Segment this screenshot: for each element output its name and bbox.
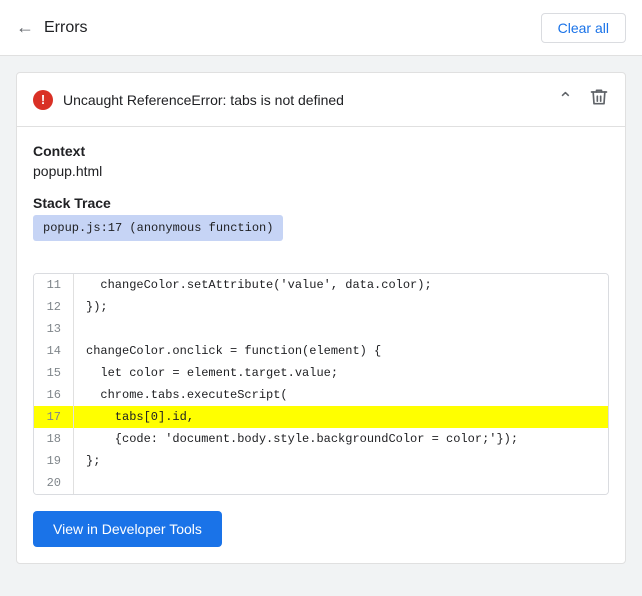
line-content: {code: 'document.body.style.backgroundCo… xyxy=(74,428,608,450)
stack-trace-pill: popup.js:17 (anonymous function) xyxy=(33,215,283,241)
error-card: ! Uncaught ReferenceError: tabs is not d… xyxy=(16,72,626,564)
error-body: Context popup.html Stack Trace popup.js:… xyxy=(17,127,625,495)
error-message: Uncaught ReferenceError: tabs is not def… xyxy=(63,92,344,108)
line-content: tabs[0].id, xyxy=(74,406,608,428)
dev-tools-button[interactable]: View in Developer Tools xyxy=(33,511,222,547)
clear-all-button[interactable]: Clear all xyxy=(541,13,626,43)
code-line: 19}; xyxy=(34,450,608,472)
code-line: 15 let color = element.target.value; xyxy=(34,362,608,384)
header-left: ← Errors xyxy=(16,17,88,38)
line-content: }; xyxy=(74,450,608,472)
header: ← Errors Clear all xyxy=(0,0,642,56)
line-number: 14 xyxy=(34,340,74,362)
stack-trace-label: Stack Trace xyxy=(33,195,609,211)
line-number: 12 xyxy=(34,296,74,318)
code-block: 11 changeColor.setAttribute('value', dat… xyxy=(33,273,609,495)
context-label: Context xyxy=(33,143,609,159)
line-number: 20 xyxy=(34,472,74,494)
context-value: popup.html xyxy=(33,163,609,179)
line-content: changeColor.setAttribute('value', data.c… xyxy=(74,274,608,296)
code-line: 17 tabs[0].id, xyxy=(34,406,608,428)
line-number: 13 xyxy=(34,318,74,340)
code-line: 20 xyxy=(34,472,608,494)
code-line: 18 {code: 'document.body.style.backgroun… xyxy=(34,428,608,450)
code-line: 16 chrome.tabs.executeScript( xyxy=(34,384,608,406)
code-line: 11 changeColor.setAttribute('value', dat… xyxy=(34,274,608,296)
line-content: changeColor.onclick = function(element) … xyxy=(74,340,608,362)
back-button[interactable]: ← xyxy=(16,17,34,38)
line-number: 17 xyxy=(34,406,74,428)
error-header-actions: ⌃ xyxy=(558,87,609,112)
line-number: 11 xyxy=(34,274,74,296)
line-content: chrome.tabs.executeScript( xyxy=(74,384,608,406)
delete-icon[interactable] xyxy=(589,87,609,112)
line-content: }); xyxy=(74,296,608,318)
error-header-left: ! Uncaught ReferenceError: tabs is not d… xyxy=(33,90,344,110)
code-line: 14changeColor.onclick = function(element… xyxy=(34,340,608,362)
error-header-row: ! Uncaught ReferenceError: tabs is not d… xyxy=(17,73,625,127)
line-number: 15 xyxy=(34,362,74,384)
line-number: 16 xyxy=(34,384,74,406)
chevron-up-icon[interactable]: ⌃ xyxy=(558,89,573,110)
main-content: ! Uncaught ReferenceError: tabs is not d… xyxy=(0,56,642,596)
line-content: let color = element.target.value; xyxy=(74,362,608,384)
code-scroll[interactable]: 11 changeColor.setAttribute('value', dat… xyxy=(34,274,608,494)
page-title: Errors xyxy=(44,19,88,37)
code-line: 13 xyxy=(34,318,608,340)
line-number: 18 xyxy=(34,428,74,450)
error-icon: ! xyxy=(33,90,53,110)
code-line: 12}); xyxy=(34,296,608,318)
line-number: 19 xyxy=(34,450,74,472)
